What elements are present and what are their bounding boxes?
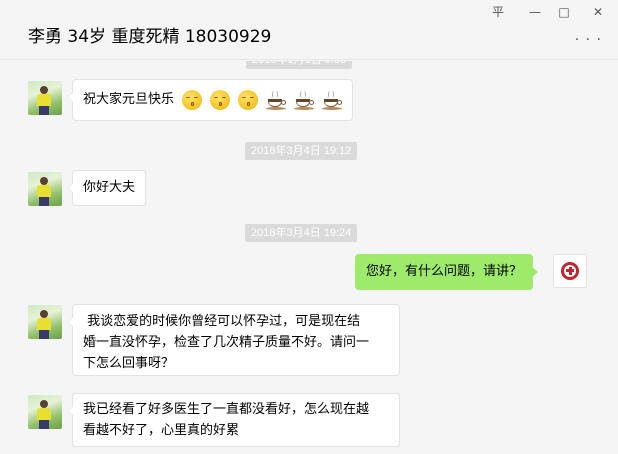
doctor-avatar[interactable] <box>553 254 587 288</box>
message-bubble[interactable]: 祝大家元旦快乐 <box>66 79 354 121</box>
message-list[interactable]: 2018年1月1日 9:30 祝大家元旦快乐 2018年3月4日 19:12 你… <box>0 61 618 454</box>
timestamp: 2018年3月4日 19:12 <box>245 142 358 160</box>
coffee-emoji-icon <box>266 90 287 110</box>
more-options-button[interactable]: · · · <box>575 32 602 48</box>
patient-avatar[interactable] <box>28 172 62 206</box>
message-text: 您好，有什么问题，请讲？ <box>366 264 523 279</box>
message-line: 下怎么回事呀？ <box>83 356 175 371</box>
close-button[interactable]: ✕ <box>588 4 608 20</box>
maximize-button[interactable]: □ <box>554 4 574 20</box>
patient-avatar[interactable] <box>28 395 62 429</box>
coffee-emoji-icon <box>294 90 315 110</box>
message-line: 婚一直没怀孕，检查了几次精子质量不好。请问一 <box>83 335 370 350</box>
message-line: 我已经看了好多医生了一直都没看好，怎么现在越 <box>83 402 370 417</box>
timestamp: 2018年1月1日 9:30 <box>246 61 353 69</box>
pin-button[interactable]: 平 <box>488 4 508 20</box>
patient-avatar[interactable] <box>28 81 62 115</box>
kiss-emoji-icon <box>182 89 203 110</box>
message-bubble[interactable]: 你好大夫 <box>66 170 147 206</box>
chat-title: 李勇 34岁 重度死精 18030929 <box>28 27 272 47</box>
kiss-emoji-icon <box>238 89 259 110</box>
message-bubble[interactable]: 我已经看了好多医生了一直都没看好，怎么现在越 看越不好了，心里真的好累 <box>67 393 400 447</box>
timestamp: 2018年3月4日 19:24 <box>245 224 358 242</box>
chat-header: 李勇 34岁 重度死精 18030929 平 — □ ✕ · · · <box>0 0 618 60</box>
patient-avatar[interactable] <box>28 305 62 339</box>
message-line: 看越不好了，心里真的好累 <box>83 423 240 438</box>
message-text: 你好大夫 <box>83 180 136 195</box>
kiss-emoji-icon <box>210 89 231 110</box>
message-text: 祝大家元旦快乐 <box>83 92 175 107</box>
doctor-message-bubble[interactable]: 您好，有什么问题，请讲？ <box>355 254 539 290</box>
minimize-button[interactable]: — <box>525 4 545 20</box>
coffee-emoji-icon <box>322 90 343 110</box>
message-bubble[interactable]: 我谈恋爱的时候你曾经可以怀孕过，可是现在结 婚一直没怀孕，检查了几次精子质量不好… <box>67 304 400 376</box>
message-line: 我谈恋爱的时候你曾经可以怀孕过，可是现在结 <box>83 314 361 329</box>
